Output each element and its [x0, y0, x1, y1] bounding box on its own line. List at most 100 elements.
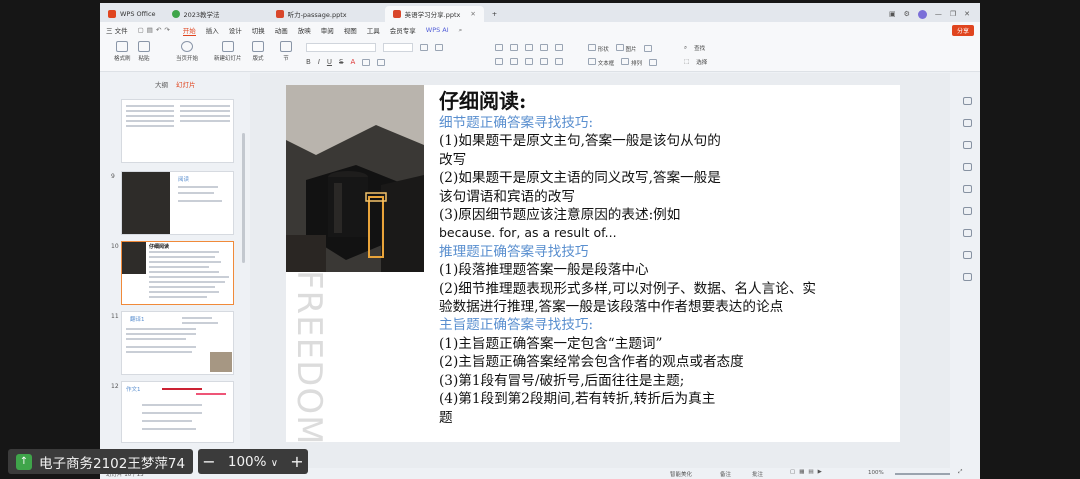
slide[interactable]: FREEDOM 仔细阅读: 细节题正确答案寻找技巧: (1)如果题干是原文主句,答…	[286, 85, 900, 442]
slide-text-box[interactable]: 仔细阅读: 细节题正确答案寻找技巧: (1)如果题干是原文主句,答案一般是该句从句…	[439, 88, 889, 427]
star-icon[interactable]	[963, 141, 972, 149]
zoom-value[interactable]: 100% ∨	[220, 454, 286, 470]
paste-button[interactable]: 粘贴	[138, 41, 150, 62]
close-icon[interactable]: ✕	[964, 10, 970, 18]
help-icon[interactable]	[963, 251, 972, 259]
find-button[interactable]: ⌕ 查找	[684, 44, 705, 53]
font-size-select[interactable]	[383, 43, 413, 52]
design-icon[interactable]	[963, 185, 972, 193]
line-spacing-icon[interactable]	[555, 44, 563, 51]
image-label: 图片	[625, 47, 637, 53]
clear-format-icon[interactable]	[377, 58, 386, 66]
highlight-icon[interactable]	[362, 58, 371, 66]
tab-doc-active[interactable]: 英语学习分享.pptx ✕	[384, 6, 484, 22]
indent-increase-icon[interactable]	[540, 44, 548, 51]
zoom-in-button[interactable]: +	[286, 452, 308, 471]
outline-icon[interactable]	[649, 59, 658, 66]
layers-icon[interactable]	[963, 229, 972, 237]
slide-thumbnail-11[interactable]: 翻译1	[121, 311, 234, 375]
layout-icon[interactable]: ▣	[889, 10, 896, 18]
shrink-font-icon[interactable]	[435, 44, 443, 51]
tab-wps-home[interactable]: WPS Office	[100, 6, 164, 22]
new-tab-button[interactable]: +	[484, 6, 505, 22]
close-tab-icon[interactable]: ✕	[470, 10, 475, 18]
align-right-icon[interactable]	[525, 58, 533, 65]
animation-icon[interactable]	[963, 163, 972, 171]
textbox-button[interactable]: 文本框	[588, 58, 614, 67]
slide-line: (3)原因细节题应该注意原因的表述:例如	[439, 207, 681, 224]
fit-icon[interactable]: ⤢	[958, 469, 962, 476]
bullets-icon[interactable]	[495, 44, 503, 51]
comment-button[interactable]: 批注	[752, 470, 763, 478]
columns-icon[interactable]	[555, 58, 563, 65]
restore-icon[interactable]: ❐	[950, 10, 956, 18]
settings-icon[interactable]: ⚙	[904, 10, 910, 18]
arrange-button[interactable]: 排列	[621, 58, 642, 67]
select-button[interactable]: ⬚ 选择	[684, 58, 707, 66]
thumb-line	[126, 105, 174, 107]
slide-thumbnail-12[interactable]: 作文1	[121, 381, 234, 443]
zoom-level[interactable]: 100%	[868, 470, 884, 476]
menu-view[interactable]: 视图	[344, 25, 357, 35]
fill-icon[interactable]	[643, 45, 652, 52]
tab-doc-2[interactable]: 听力-passage.pptx	[268, 6, 355, 22]
font-color-icon[interactable]: A	[350, 58, 355, 66]
layout-button[interactable]: 版式	[252, 41, 264, 62]
tab-slides[interactable]: 幻灯片	[176, 79, 196, 89]
zoom-slider[interactable]	[895, 473, 950, 475]
numbering-icon[interactable]	[510, 44, 518, 51]
bold-icon[interactable]: B	[306, 58, 311, 66]
indent-decrease-icon[interactable]	[525, 44, 533, 51]
properties-icon[interactable]	[963, 97, 972, 105]
menu-insert[interactable]: 插入	[206, 25, 219, 35]
chevron-down-icon: ∨	[270, 457, 279, 469]
minimize-icon[interactable]: —	[935, 10, 942, 18]
slide-thumbnail-10-selected[interactable]: 仔细阅读	[121, 241, 234, 305]
menu-member[interactable]: 会员专享	[390, 25, 416, 35]
section-button[interactable]: 节	[280, 41, 292, 62]
zoom-out-button[interactable]: −	[198, 452, 220, 471]
format-brush-button[interactable]: 格式刷	[114, 41, 131, 62]
tab-outline[interactable]: 大纲	[155, 79, 168, 89]
transform-icon[interactable]	[963, 207, 972, 215]
font-family-select[interactable]	[306, 43, 376, 52]
menu-slideshow[interactable]: 放映	[298, 25, 311, 35]
strike-icon[interactable]: S	[339, 58, 343, 66]
new-slide-button[interactable]: 新建幻灯片	[214, 41, 242, 62]
thumb-cat-image	[210, 352, 232, 372]
ppt-icon	[392, 10, 401, 18]
menu-home[interactable]: 开始	[182, 25, 196, 36]
menu-animation[interactable]: 动画	[275, 25, 288, 35]
search-icon[interactable]: ⌕	[459, 26, 463, 35]
image-icon	[615, 44, 624, 51]
tab-doc-1[interactable]: 2023教学法	[164, 6, 228, 22]
image-button[interactable]: 图片	[615, 44, 637, 53]
slide-thumbnail[interactable]	[121, 99, 234, 163]
share-button[interactable]: 分享	[951, 24, 974, 36]
menu-design[interactable]: 设计	[229, 25, 242, 35]
slide-line: (4)第1段到第2段期间,若有转折,转折后为真主	[439, 391, 716, 408]
italic-icon[interactable]: I	[318, 58, 320, 66]
quick-access-icons[interactable]: ▢▤↶↷	[138, 26, 173, 34]
start-show-button[interactable]: 当页开始	[176, 41, 198, 62]
underline-icon[interactable]: U	[327, 58, 332, 66]
pane-scrollbar[interactable]	[242, 133, 245, 263]
grow-font-icon[interactable]	[420, 44, 428, 51]
shape-button[interactable]: 形状	[588, 44, 609, 53]
view-mode-icons[interactable]: ▢▦▤▶	[790, 469, 826, 475]
settings-icon[interactable]	[963, 273, 972, 281]
align-center-icon[interactable]	[510, 58, 518, 65]
menu-review[interactable]: 审阅	[321, 25, 334, 35]
menu-transition[interactable]: 切换	[252, 25, 265, 35]
cursor-icon[interactable]	[963, 119, 972, 127]
menu-file[interactable]: 三 文件	[106, 25, 128, 35]
justify-icon[interactable]	[540, 58, 548, 65]
align-left-icon[interactable]	[495, 58, 503, 65]
menu-tools[interactable]: 工具	[367, 25, 380, 35]
avatar[interactable]	[917, 9, 927, 19]
notes-button[interactable]: 备注	[720, 470, 731, 478]
menu-wps-ai[interactable]: WPS AI	[426, 26, 449, 34]
smart-beautify-button[interactable]: 智能美化	[670, 470, 692, 478]
wps-window: WPS Office 2023教学法 听力-passage.pptx 英语学习分…	[100, 3, 980, 479]
slide-thumbnail-9[interactable]: 阅读	[121, 171, 234, 235]
